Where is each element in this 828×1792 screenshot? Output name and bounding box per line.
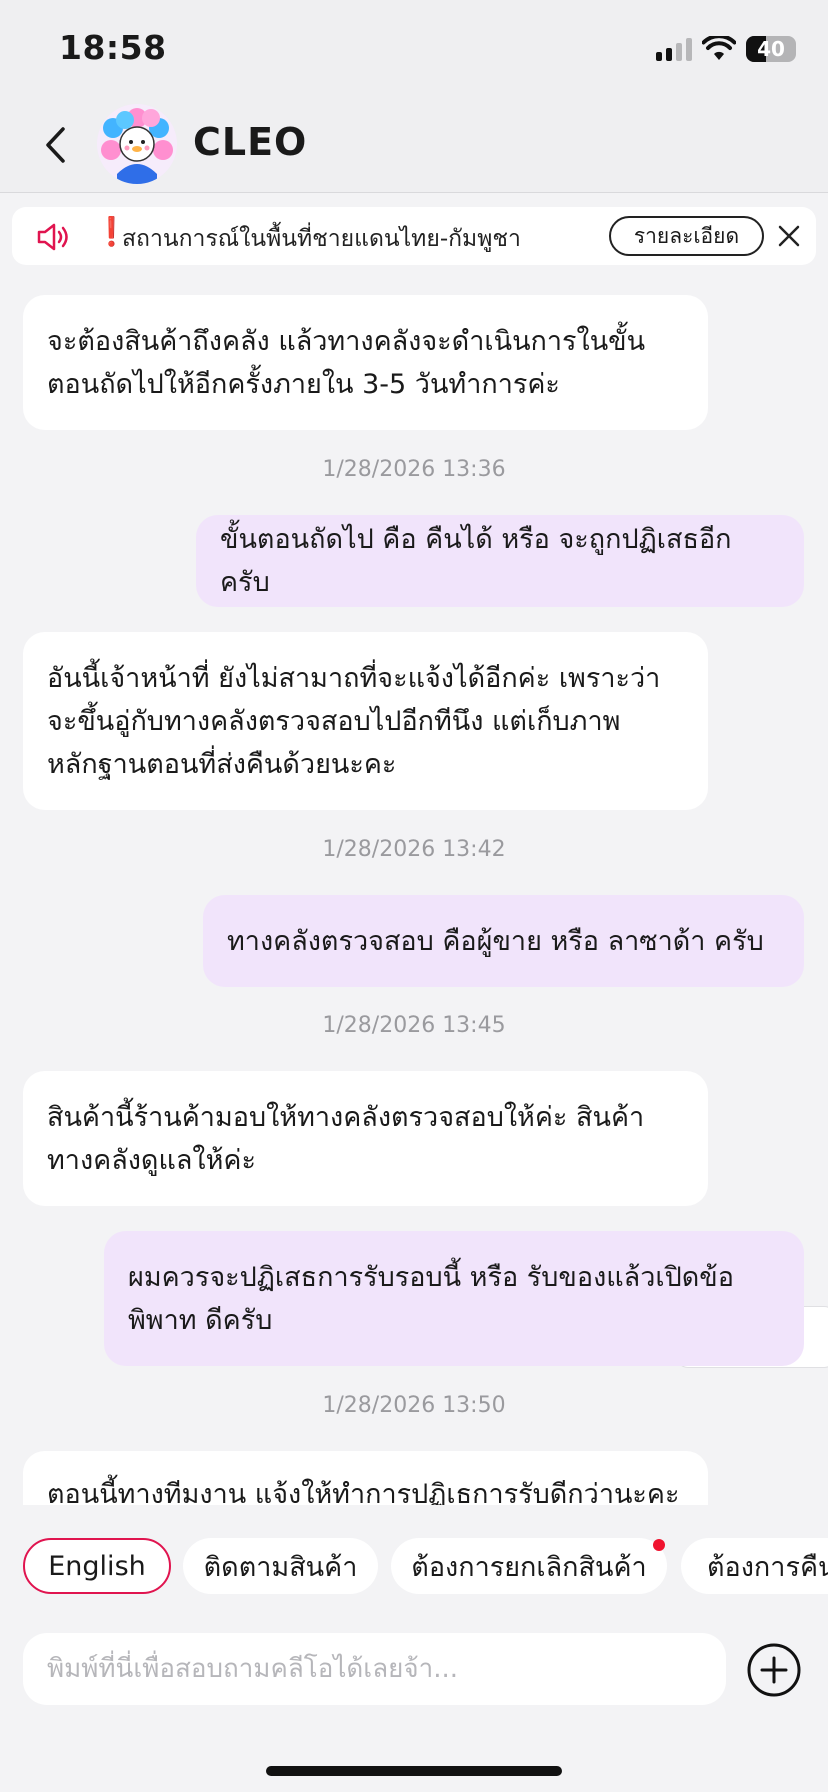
message-line: จะต้องสินค้าถึงคลัง แล้วทางคลังจะดำเนินก…: [47, 325, 646, 357]
announcement-text: สถานการณ์ในพื้นที่ชายแดนไทย-กัมพูชา: [122, 226, 521, 252]
chevron-left-icon: [46, 127, 65, 163]
plus-circle-icon: [747, 1643, 801, 1697]
agent-message: อันนี้เจ้าหน้าที่ ยังไม่สามาถที่จะแจ้งได…: [23, 632, 708, 810]
agent-message: จะต้องสินค้าถึงคลัง แล้วทางคลังจะดำเนินก…: [23, 295, 708, 430]
chat-message-list[interactable]: จะต้องสินค้าถึงคลัง แล้วทางคลังจะดำเนินก…: [0, 275, 828, 1505]
battery-icon: 40: [746, 36, 796, 62]
message-line: ตอนถัดไปให้อีกครั้งภายใน 3-5 วันทำการค่ะ: [47, 368, 560, 400]
add-attachment-button[interactable]: [746, 1642, 802, 1698]
agent-message: ตอนนี้ทางทีมงาน แจ้งให้ทำการปฏิเธการรับด…: [23, 1451, 708, 1505]
message-line: อันนี้เจ้าหน้าที่ ยังไม่สามาถที่จะแจ้งได…: [47, 662, 661, 694]
user-message: ขั้นตอนถัดไป คือ คืนได้ หรือ จะถูกปฏิเสธ…: [196, 515, 804, 607]
message-timestamp: 1/28/2026 13:50: [322, 1393, 506, 1418]
message-line: ขั้นตอนถัดไป คือ คืนได้ หรือ จะถูกปฏิเสธ…: [220, 524, 732, 598]
status-icons: 40: [656, 34, 796, 64]
message-line: สินค้านี้ร้านค้ามอบให้ทางคลังตรวจสอบให้ค…: [47, 1101, 645, 1133]
announcement-banner[interactable]: ❗ สถานการณ์ในพื้นที่ชายแดนไทย-กัมพูชา รา…: [12, 207, 816, 265]
cellular-signal-icon: [656, 37, 692, 61]
quick-reply-track-order[interactable]: ติดตามสินค้า: [183, 1538, 378, 1594]
close-banner-button[interactable]: [772, 219, 806, 253]
composer-bar: [0, 1615, 828, 1792]
wifi-icon: [702, 36, 736, 60]
chat-header: CLEO: [0, 100, 828, 193]
quick-reply-english[interactable]: English: [23, 1538, 171, 1594]
message-line: หลักฐานตอนที่ส่งคืนด้วยนะคะ: [47, 748, 397, 780]
speaker-icon: [37, 223, 68, 251]
details-button[interactable]: รายละเอียด: [609, 216, 764, 256]
message-input[interactable]: [23, 1633, 726, 1705]
avatar[interactable]: [97, 104, 177, 184]
message-timestamp: 1/28/2026 13:42: [322, 837, 506, 862]
agent-message: สินค้านี้ร้านค้ามอบให้ทางคลังตรวจสอบให้ค…: [23, 1071, 708, 1206]
user-message: ทางคลังตรวจสอบ คือผู้ขาย หรือ ลาซาด้า คร…: [203, 895, 804, 987]
message-line: พิพาท ดีครับ: [128, 1304, 273, 1336]
message-line: ทางคลังดูแลให้ค่ะ: [47, 1144, 256, 1176]
message-line: ผมควรจะปฏิเสธการรับรอบนี้ หรือ รับของแล้…: [128, 1261, 734, 1293]
message-line: จะขึ้นอู่กับทางคลังตรวจสอบไปอีกทีนึง แต่…: [47, 705, 621, 737]
status-time: 18:58: [59, 28, 167, 67]
message-timestamp: 1/28/2026 13:45: [322, 1013, 506, 1038]
chat-title: CLEO: [193, 120, 308, 164]
quick-reply-bar[interactable]: English ติดตามสินค้า ต้องการยกเลิกสินค้า…: [0, 1505, 828, 1605]
quick-reply-cancel-order[interactable]: ต้องการยกเลิกสินค้า: [391, 1538, 667, 1594]
battery-level: 40: [757, 37, 785, 61]
message-line: ทางคลังตรวจสอบ คือผู้ขาย หรือ ลาซาด้า คร…: [227, 925, 764, 957]
flower-cat-mascot-icon: [97, 104, 177, 184]
message-line: ตอนนี้ทางทีมงาน แจ้งให้ทำการปฏิเธการรับด…: [47, 1479, 680, 1505]
notification-dot: [653, 1539, 665, 1551]
quick-reply-return[interactable]: ต้องการคืน: [681, 1538, 828, 1594]
home-indicator: [266, 1766, 562, 1776]
user-message: ผมควรจะปฏิเสธการรับรอบนี้ หรือ รับของแล้…: [104, 1231, 804, 1366]
status-bar: 18:58 40: [0, 0, 828, 100]
back-button[interactable]: [30, 120, 80, 170]
message-timestamp: 1/28/2026 13:36: [322, 457, 506, 482]
close-icon: [778, 225, 800, 247]
